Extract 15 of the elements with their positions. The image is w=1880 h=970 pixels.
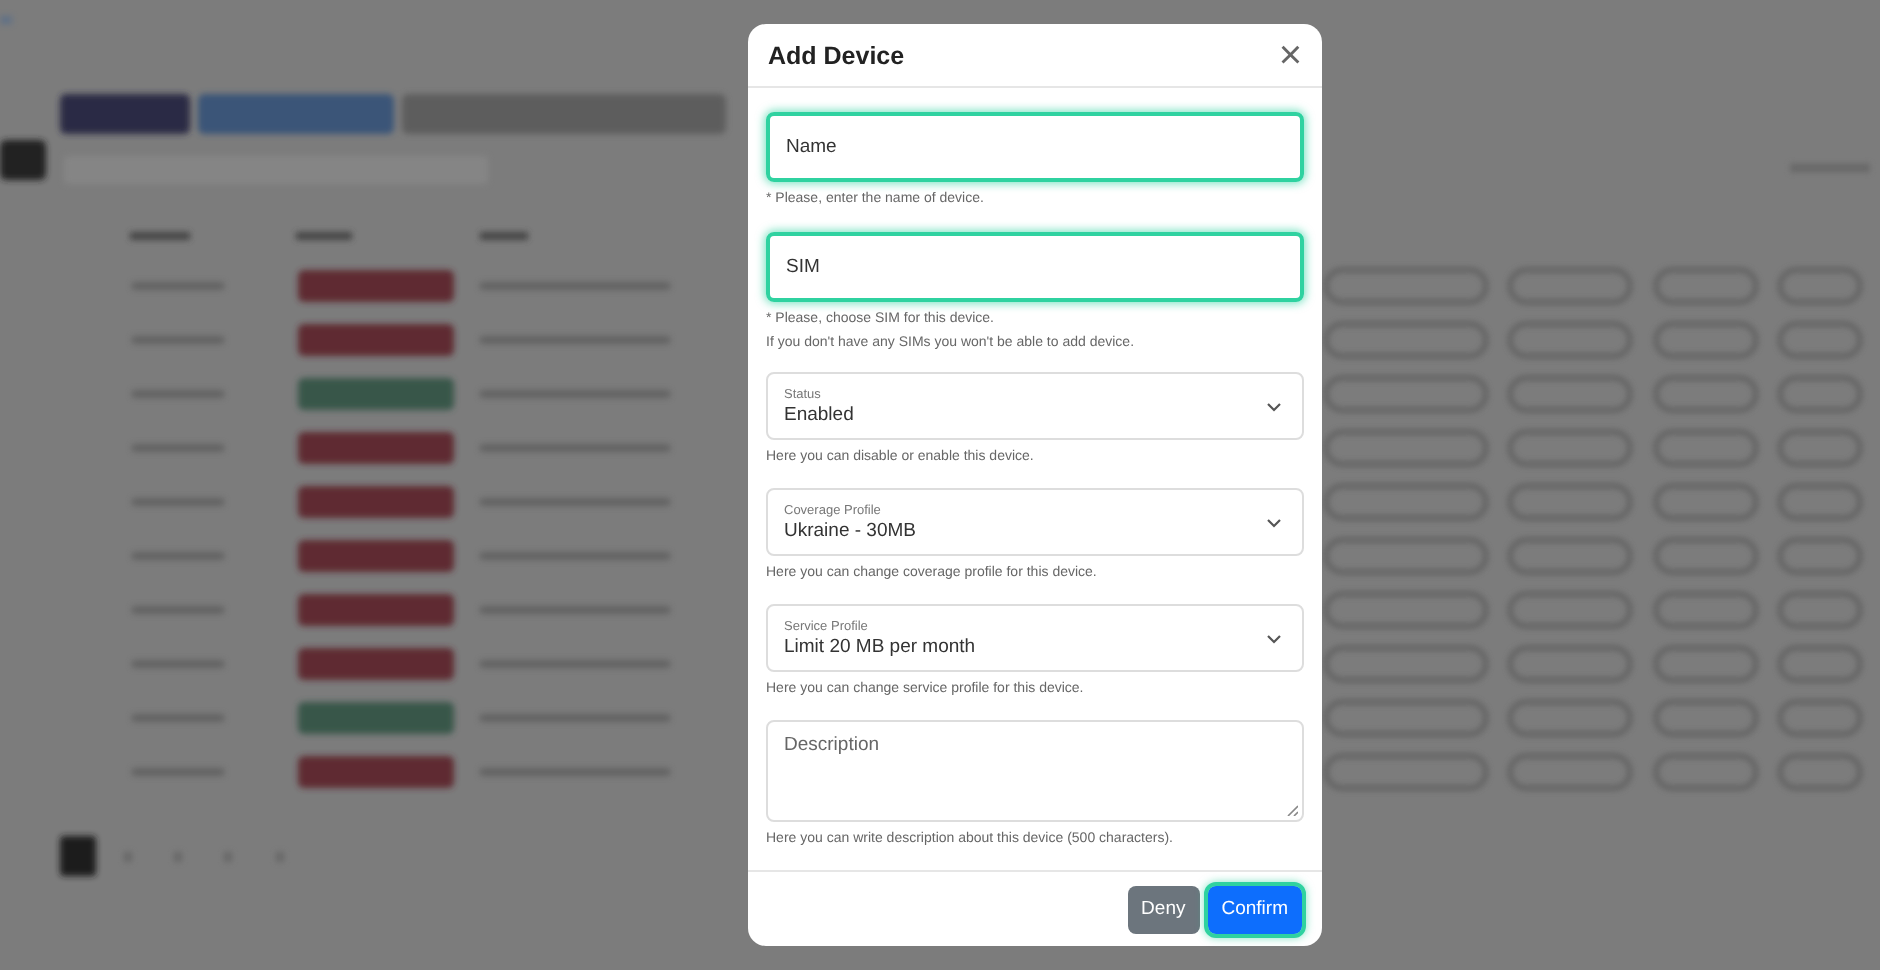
chevron-down-icon — [1266, 517, 1282, 528]
text-input-field[interactable]: Name — [766, 112, 1304, 183]
field-value: Ukraine - 30MB — [784, 519, 916, 542]
chevron-down-icon — [1266, 401, 1282, 412]
close-button[interactable]: × — [1278, 35, 1302, 76]
dialog-title: Add Device — [768, 41, 905, 70]
field-value: Enabled — [784, 403, 854, 426]
resize-grip-icon — [1286, 804, 1298, 817]
text-input-field[interactable]: SIM — [766, 232, 1304, 303]
chevron-down-icon — [1266, 633, 1282, 644]
description-textarea[interactable]: Description — [766, 720, 1304, 823]
confirm-button[interactable]: Confirm — [1207, 885, 1302, 934]
textarea-placeholder: Description — [784, 734, 880, 757]
field-value: Limit 20 MB per month — [784, 635, 976, 658]
deny-button[interactable]: Deny — [1127, 885, 1200, 934]
